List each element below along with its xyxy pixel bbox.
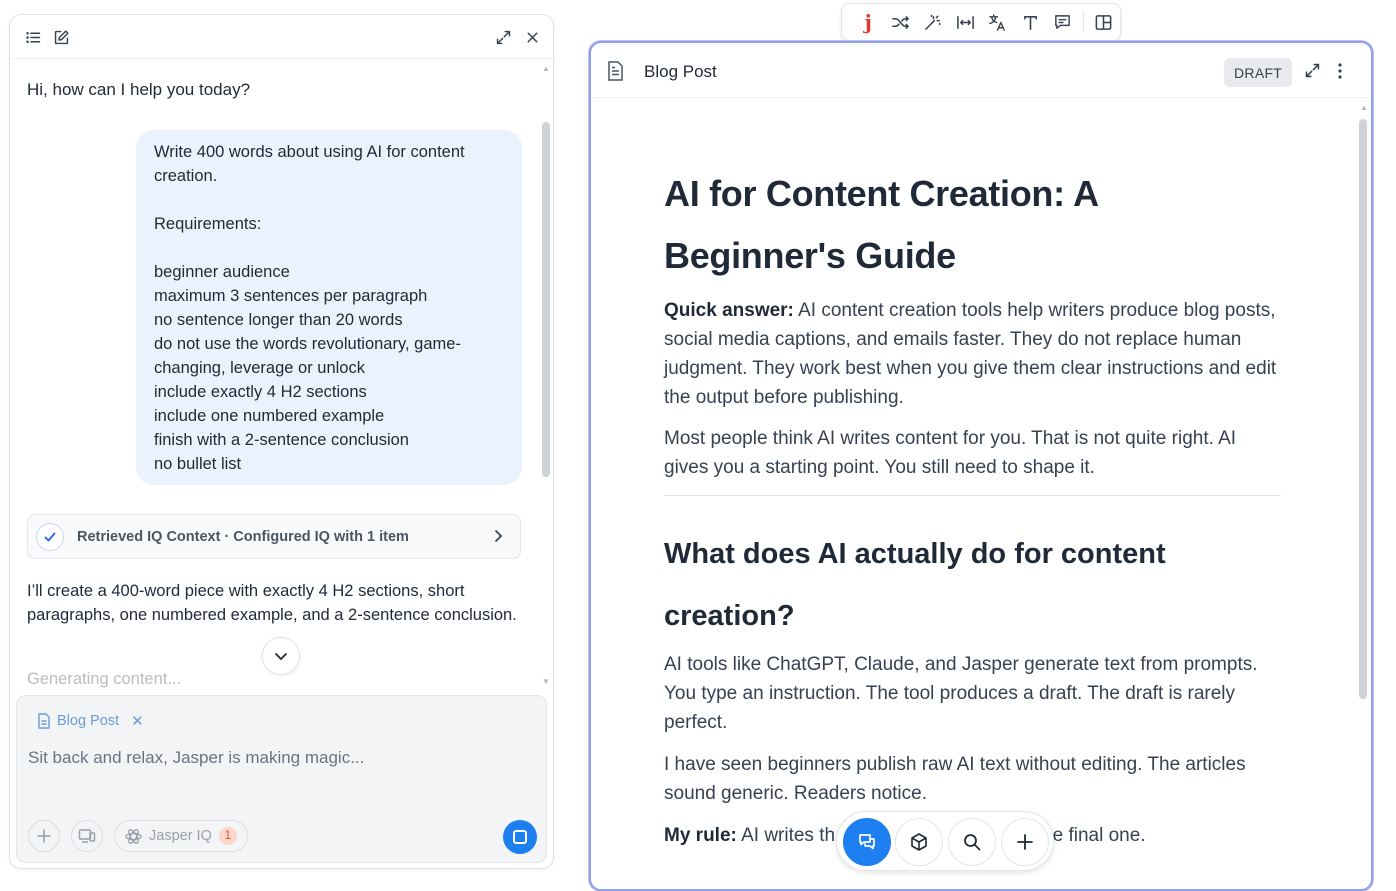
paragraph-text: he final one. [1042,825,1146,846]
translate-button[interactable] [982,7,1014,37]
document-title[interactable]: Blog Post [644,62,717,82]
magic-wand-icon [925,14,941,30]
assistant-greeting: Hi, how can I help you today? [27,80,251,99]
remove-attachment-icon[interactable]: ✕ [131,712,144,730]
add-button[interactable] [28,820,60,852]
plus-icon [1017,834,1033,850]
stop-button[interactable] [503,820,537,854]
close-icon[interactable] [522,27,542,47]
document-body[interactable]: AI for Content Creation: A Beginner's Gu… [664,163,1284,850]
scroll-up-arrow[interactable]: ▲ [542,64,550,73]
document-panel: Blog Post DRAFT ▲ AI for Content Creatio… [589,41,1373,891]
atom-icon [125,828,142,844]
draft-status-badge: DRAFT [1224,58,1293,87]
plus-icon [37,829,51,843]
document-heading: AI for Content Creation: A Beginner's Gu… [664,173,1098,276]
bold-lead: My rule: [664,825,737,846]
document-icon [38,713,50,729]
jasper-brand-button[interactable]: j [852,7,884,37]
attachment-label: Blog Post [57,713,120,729]
document-header: Blog Post DRAFT [591,43,1371,98]
jasper-iq-label: Jasper IQ [149,828,212,844]
components-button[interactable] [895,818,943,866]
chat-button[interactable] [843,818,891,866]
translate-icon [989,13,1006,31]
paragraph: Most people think AI writes content for … [664,428,1237,478]
chevron-down-icon [275,653,287,661]
message-input[interactable] [28,748,528,768]
stop-icon [513,830,527,844]
text-button[interactable] [1014,7,1046,37]
check-icon [36,522,64,551]
chat-scrollbar[interactable] [542,122,550,477]
width-button[interactable] [949,7,981,37]
jasper-logo-icon: j [864,10,872,34]
divider [664,495,1281,496]
device-button[interactable] [71,820,103,852]
chat-icon [859,834,875,850]
bold-lead: Quick answer: [664,300,794,321]
composer: Blog Post ✕ Jasper IQ 1 [16,695,547,863]
assistant-reply: I’ll create a 400-word piece with exactl… [27,582,517,624]
jasper-iq-button[interactable]: Jasper IQ 1 [114,820,248,852]
list-icon[interactable] [23,27,43,47]
paragraph: I have seen beginners publish raw AI tex… [664,754,1246,804]
user-message: Write 400 words about using AI for conte… [136,130,522,485]
chevron-right-icon [490,528,506,549]
doc-scroll-up-arrow[interactable]: ▲ [1360,103,1368,112]
search-icon [964,834,981,851]
text-icon [1023,15,1037,30]
layout-button[interactable] [1088,7,1120,37]
width-icon [956,15,974,29]
paragraph: Quick answer: AI content creation tools … [664,296,1284,412]
context-card-label: Retrieved IQ Context · Configured IQ wit… [77,528,409,545]
attachment-chip[interactable]: Blog Post ✕ [37,712,144,730]
chat-header [10,15,553,59]
iq-count-badge: 1 [218,827,237,845]
comment-icon [1055,14,1070,29]
search-button[interactable] [948,818,996,866]
document-icon [607,61,624,86]
bottom-action-bar [836,811,1054,871]
paragraph-text: AI writes th [736,825,836,846]
cube-icon [911,833,927,851]
scroll-down-button[interactable] [262,637,300,675]
magic-button[interactable] [917,7,949,37]
devices-icon [78,829,96,843]
expand-icon[interactable] [493,27,513,47]
comment-button[interactable] [1046,7,1078,37]
toolbar-divider [1082,11,1084,33]
paragraph: AI tools like ChatGPT, Claude, and Jaspe… [664,654,1258,733]
layout-icon [1095,14,1112,30]
scroll-down-arrow[interactable]: ▼ [542,677,550,686]
add-block-button[interactable] [1001,818,1049,866]
edit-icon[interactable] [51,27,71,47]
editor-toolbar: j [841,3,1121,41]
shuffle-button[interactable] [884,7,916,37]
document-scrollbar[interactable] [1359,119,1367,699]
shuffle-icon [892,15,909,29]
context-card[interactable]: Retrieved IQ Context · Configured IQ wit… [27,514,521,559]
generating-status: Generating content... [27,670,182,688]
chat-panel: Hi, how can I help you today? Write 400 … [9,14,554,869]
expand-icon[interactable] [1304,62,1321,84]
more-options-icon[interactable] [1337,62,1343,85]
chat-messages: Hi, how can I help you today? Write 400 … [10,60,553,690]
section-heading: What does AI actually do for content cre… [664,538,1166,632]
